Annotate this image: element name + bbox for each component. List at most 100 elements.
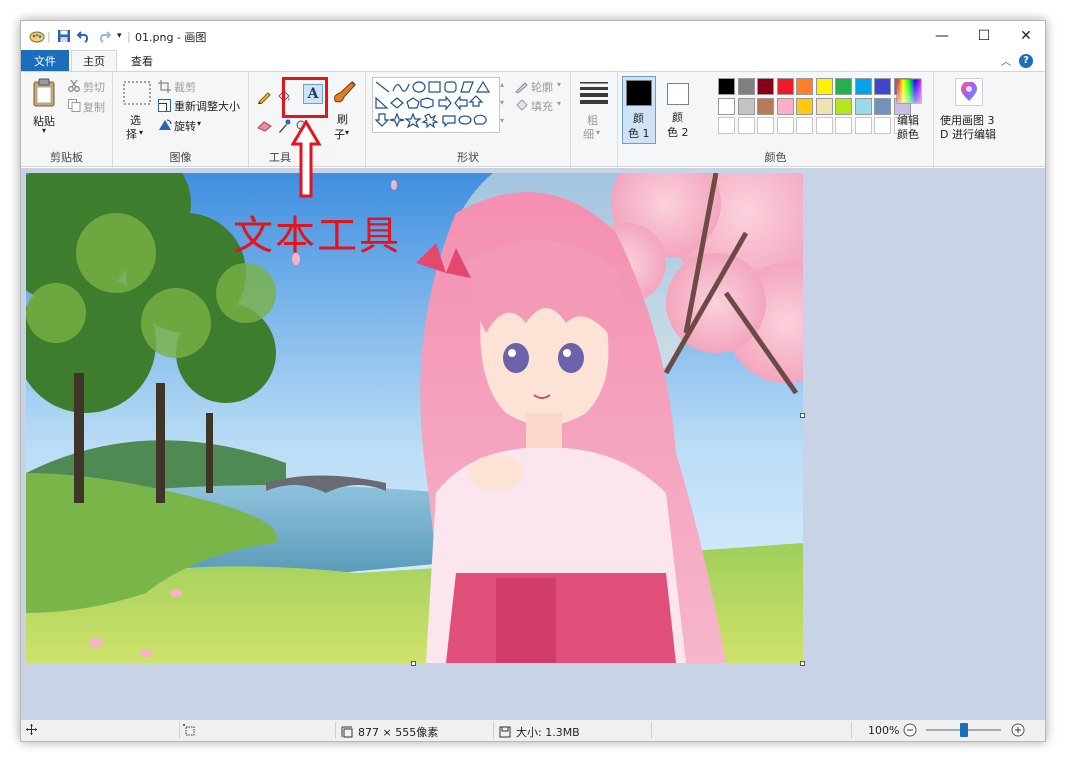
palette-swatch[interactable] — [737, 97, 755, 115]
size-dropdown-icon[interactable]: ▾ — [596, 128, 600, 137]
image-dimensions: 877 × 555像素 — [341, 724, 438, 740]
tab-view[interactable]: 查看 — [119, 50, 165, 71]
canvas-image — [26, 173, 803, 663]
color2-button[interactable]: 颜 色 2 — [663, 76, 697, 144]
palette-swatch[interactable] — [835, 97, 852, 115]
close-button[interactable]: ✕ — [1005, 21, 1045, 50]
color1-button[interactable]: 颜 色 1 — [622, 76, 656, 144]
zoom-out-button[interactable] — [903, 723, 917, 737]
palette-swatch[interactable] — [835, 78, 852, 95]
palette-swatch[interactable] — [854, 78, 872, 95]
redo-icon[interactable] — [97, 28, 111, 44]
size-group: 粗 细 ▾ — [571, 72, 618, 168]
resize-handle-right[interactable] — [800, 413, 805, 418]
paint3d-label-2[interactable]: D 进行编辑 — [940, 126, 996, 142]
select-label-2[interactable]: 择 — [126, 126, 137, 142]
custom-color-slot[interactable] — [757, 117, 774, 134]
palette-swatch[interactable] — [718, 97, 735, 115]
color1-label: 颜 — [633, 112, 644, 125]
brush-icon[interactable] — [331, 79, 357, 110]
pencil-icon[interactable] — [257, 90, 271, 107]
window-title: 01.png - 画图 — [135, 31, 207, 44]
palette-swatch[interactable] — [776, 78, 794, 95]
custom-color-slot[interactable] — [835, 117, 852, 134]
size-lines-icon[interactable] — [580, 82, 608, 107]
custom-color-slot[interactable] — [815, 117, 833, 134]
color-picker-icon[interactable] — [277, 119, 291, 136]
zoom-in-icon[interactable] — [1011, 723, 1025, 737]
brush-dropdown-icon[interactable]: ▾ — [345, 128, 349, 137]
palette-swatch[interactable] — [718, 78, 735, 95]
edit-colors-label-2[interactable]: 颜色 — [897, 126, 919, 142]
zoom-out-icon[interactable] — [903, 723, 917, 737]
shapes-scroll-up-icon[interactable]: ▴ — [500, 80, 504, 89]
outline-dropdown-icon[interactable]: ▾ — [557, 80, 561, 89]
select-dropdown-icon[interactable]: ▾ — [139, 128, 143, 137]
help-icon[interactable]: ? — [1019, 53, 1033, 68]
resize-button[interactable]: 重新调整大小 — [174, 98, 240, 114]
rotate-button[interactable]: 旋转 — [174, 118, 196, 134]
palette-swatch[interactable] — [815, 78, 833, 95]
palette-swatch[interactable] — [874, 78, 891, 95]
shapes-gallery[interactable] — [372, 77, 500, 133]
status-divider-2 — [335, 722, 336, 739]
dimensions-text: 877 × 555像素 — [358, 726, 439, 739]
custom-color-slot[interactable] — [776, 117, 794, 134]
custom-color-slot[interactable] — [737, 117, 755, 134]
minimize-button[interactable]: — — [921, 21, 963, 50]
title-bar: | ▾ | 01.png - 画图 — ☐ ✕ — [21, 21, 1045, 50]
outline-button[interactable]: 轮廓 — [531, 79, 553, 95]
custom-color-slot[interactable] — [854, 117, 872, 134]
eraser-icon[interactable] — [257, 120, 272, 135]
title-separator-2: | — [127, 29, 131, 43]
paste-button[interactable] — [33, 78, 59, 113]
palette-swatch[interactable] — [815, 97, 833, 115]
shapes-scroll-down-icon[interactable]: ▾ — [500, 98, 504, 107]
palette-swatch[interactable] — [854, 97, 872, 115]
cut-button[interactable]: 剪切 — [83, 79, 105, 95]
zoom-in-button[interactable] — [1011, 723, 1025, 737]
resize-handle-bottom[interactable] — [411, 661, 416, 666]
custom-color-slot[interactable] — [718, 117, 735, 134]
color1-label-2: 色 1 — [628, 127, 650, 140]
copy-button[interactable]: 复制 — [83, 99, 105, 115]
rotate-dropdown-icon[interactable]: ▾ — [197, 119, 201, 128]
color2-label: 颜 — [672, 111, 683, 124]
undo-icon[interactable] — [77, 28, 91, 44]
collapse-ribbon-icon[interactable]: ︿ — [1001, 53, 1011, 68]
size-label-2[interactable]: 细 — [583, 126, 594, 142]
crop-button[interactable]: 裁剪 — [174, 79, 196, 95]
palette-swatch[interactable] — [757, 78, 774, 95]
paint3d-icon[interactable] — [955, 78, 983, 106]
brush-label-2[interactable]: 子 — [334, 126, 345, 142]
palette-swatch[interactable] — [796, 78, 813, 95]
customize-quick-access-icon[interactable]: ▾ — [117, 28, 122, 44]
tab-home[interactable]: 主页 — [71, 50, 117, 71]
palette-swatch[interactable] — [776, 97, 794, 115]
custom-color-slot[interactable] — [796, 117, 813, 134]
palette-swatch[interactable] — [796, 97, 813, 115]
resize-handle-corner[interactable] — [800, 661, 805, 666]
fill-button[interactable]: 填充 — [531, 98, 553, 114]
drawing-canvas[interactable] — [26, 173, 803, 663]
paste-dropdown-icon[interactable]: ▾ — [42, 126, 46, 135]
edit-colors-icon[interactable] — [896, 78, 922, 107]
palette-swatch[interactable] — [757, 97, 774, 115]
fill-dropdown-icon[interactable]: ▾ — [557, 99, 561, 108]
paint-app-icon[interactable] — [29, 28, 45, 44]
tab-file[interactable]: 文件 — [21, 50, 69, 71]
maximize-button[interactable]: ☐ — [963, 21, 1005, 50]
status-divider-3 — [493, 722, 494, 739]
custom-color-slot[interactable] — [874, 117, 891, 134]
image-group-label: 图像 — [169, 151, 192, 164]
shapes-expand-icon[interactable]: ▾ — [500, 116, 504, 125]
crop-icon — [158, 80, 171, 96]
palette-swatch[interactable] — [874, 97, 891, 115]
clipboard-group: 粘贴 ▾ 剪切 复制 剪贴板 — [21, 72, 113, 168]
ribbon: 粘贴 ▾ 剪切 复制 剪贴板 选 择 ▾ 裁剪 重新调整大小 旋转 ▾ 图像 A… — [21, 71, 1045, 168]
palette-swatch[interactable] — [737, 78, 755, 95]
brush-label[interactable]: 刷 — [337, 111, 348, 127]
zoom-slider[interactable] — [926, 720, 1001, 740]
zoom-slider-thumb[interactable] — [959, 723, 968, 737]
save-icon[interactable] — [57, 28, 71, 44]
